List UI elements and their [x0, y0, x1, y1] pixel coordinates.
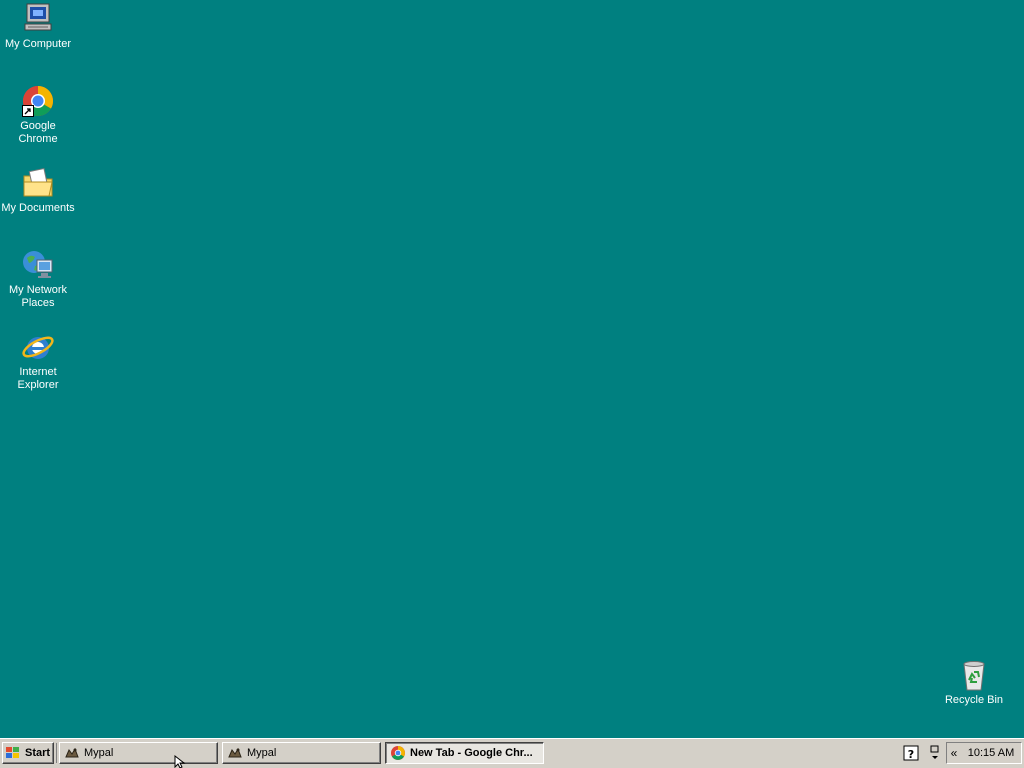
desktop-icon-label: My Network Places [8, 284, 68, 309]
language-bar-icon[interactable] [926, 744, 944, 762]
task-label: Mypal [84, 747, 114, 759]
task-label: Mypal [247, 747, 277, 759]
shortcut-arrow-icon [22, 105, 34, 117]
desktop-icon-my-documents[interactable]: My Documents [0, 166, 76, 215]
show-hidden-icons-chevron[interactable]: « [947, 746, 961, 760]
mypal-icon [227, 745, 243, 761]
chrome-icon [21, 84, 55, 118]
help-icon[interactable]: ? [902, 744, 920, 762]
documents-folder-icon [21, 166, 55, 200]
desktop-icon-recycle-bin[interactable]: Recycle Bin [936, 658, 1012, 707]
desktop-icon-label: Google Chrome [18, 120, 58, 145]
ie-icon [21, 330, 55, 364]
task-label: New Tab - Google Chr... [410, 747, 533, 759]
desktop-icon-my-computer[interactable]: My Computer [0, 2, 76, 51]
taskbar-task-mypal-2[interactable]: Mypal [222, 742, 381, 764]
desktop-icon-label: My Computer [4, 38, 72, 50]
start-label: Start [25, 747, 51, 759]
desktop-icon-my-network-places[interactable]: My Network Places [0, 248, 76, 310]
network-places-icon [21, 248, 55, 282]
desktop-icon-internet-explorer[interactable]: Internet Explorer [0, 330, 76, 392]
desktop-icon-label: Recycle Bin [944, 694, 1004, 706]
windows-logo-icon [5, 745, 21, 761]
recycle-bin-icon [957, 658, 991, 692]
clock[interactable]: 10:15 AM [961, 747, 1021, 759]
desktop-icon-label: Internet Explorer [17, 366, 59, 391]
computer-icon [21, 2, 55, 36]
desktop-icon-google-chrome[interactable]: Google Chrome [0, 84, 76, 146]
start-button[interactable]: Start [2, 742, 54, 764]
taskbar: Start Mypal Mypal New Tab - Google Chr..… [0, 738, 1024, 768]
desktop-icon-label: My Documents [1, 202, 75, 214]
taskbar-task-mypal-1[interactable]: Mypal [59, 742, 218, 764]
taskbar-task-chrome-new-tab[interactable]: New Tab - Google Chr... [385, 742, 544, 764]
desktop[interactable]: My Computer Google Chrome My Documents M… [0, 0, 1024, 738]
svg-text:?: ? [908, 748, 914, 761]
mouse-cursor-icon [174, 755, 186, 768]
chrome-icon [390, 745, 406, 761]
system-tray: « 10:15 AM [946, 742, 1022, 764]
mypal-icon [64, 745, 80, 761]
